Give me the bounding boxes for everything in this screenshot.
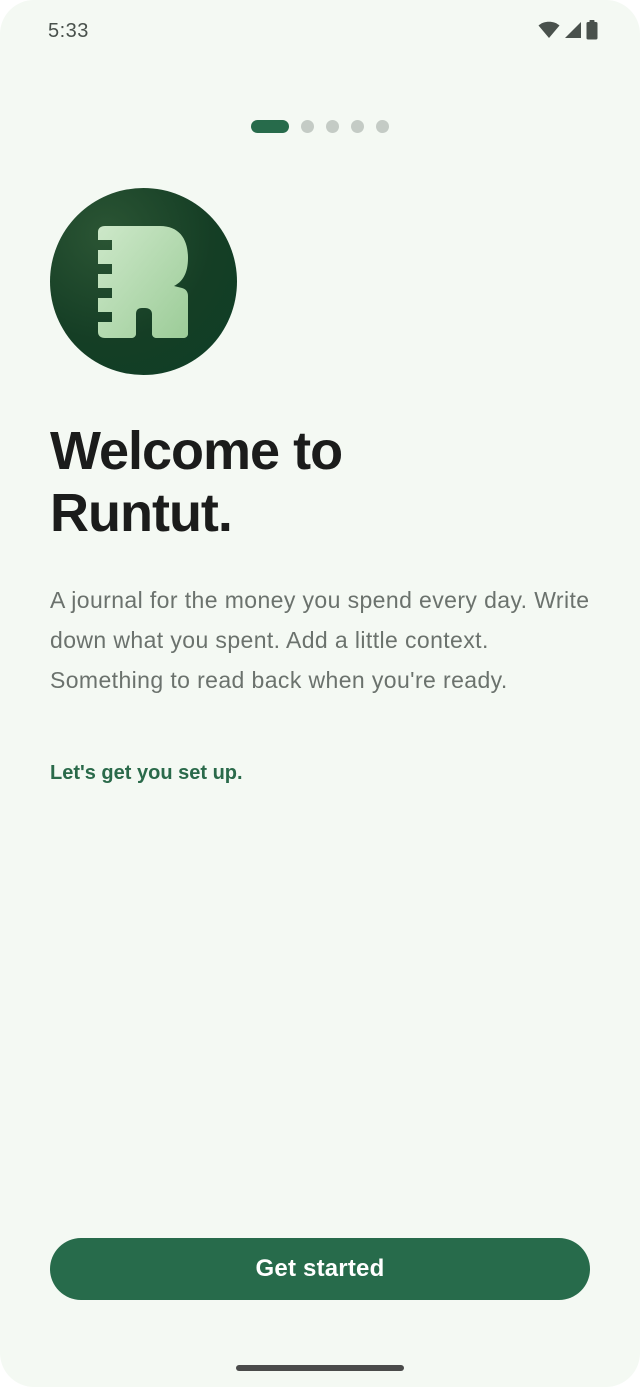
wifi-icon: [538, 21, 560, 39]
status-time: 5:33: [48, 20, 89, 42]
welcome-title: Welcome to Runtut.: [50, 420, 590, 544]
onboarding-screen: 5:33 Welcome to Runtut. A journal for th…: [0, 0, 640, 1387]
welcome-title-line2: Runtut.: [50, 483, 233, 543]
home-indicator[interactable]: [236, 1365, 404, 1371]
cellular-signal-icon: [564, 21, 582, 39]
app-logo: [50, 188, 237, 375]
runtut-logo-icon: [98, 226, 188, 338]
page-indicator: [0, 120, 640, 133]
setup-note: Let's get you set up.: [50, 762, 243, 784]
welcome-description: A journal for the money you spend every …: [50, 587, 590, 693]
status-icons: [538, 20, 598, 40]
status-bar: 5:33: [0, 0, 640, 64]
battery-icon: [586, 20, 598, 40]
page-dot-active: [251, 120, 289, 133]
get-started-button[interactable]: Get started: [50, 1238, 590, 1300]
page-dot: [351, 120, 364, 133]
welcome-title-line1: Welcome to: [50, 421, 343, 481]
page-dot: [301, 120, 314, 133]
page-dot: [376, 120, 389, 133]
page-dot: [326, 120, 339, 133]
